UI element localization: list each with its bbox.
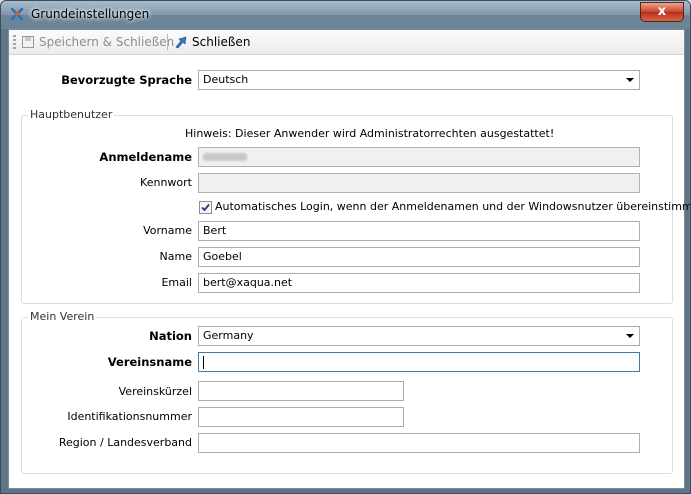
login-field[interactable] — [198, 147, 640, 167]
language-value: Deutsch — [203, 73, 249, 86]
id-number-label: Identifikationsnummer — [67, 410, 192, 423]
close-arrow-icon — [175, 36, 187, 49]
text-caret — [203, 355, 204, 369]
auto-login-checkbox[interactable] — [199, 201, 212, 214]
club-short-input[interactable] — [198, 381, 404, 401]
email-input[interactable]: bert@xaqua.net — [198, 273, 640, 293]
login-value-redacted — [203, 153, 247, 161]
toolbar-grip-icon[interactable] — [13, 35, 16, 49]
checkmark-icon — [201, 203, 210, 212]
close-window-button[interactable]: x — [640, 2, 684, 22]
window-title: Grundeinstellungen — [31, 7, 150, 21]
main-user-group-title: Hauptbenutzer — [28, 108, 115, 121]
close-button[interactable]: Schließen — [174, 33, 250, 51]
app-icon — [10, 7, 24, 21]
club-short-label: Vereinskürzel — [118, 385, 192, 398]
auto-login-label: Automatisches Login, wenn der Anmeldenam… — [215, 200, 691, 213]
region-input[interactable] — [198, 433, 640, 453]
nation-select[interactable]: Germany — [198, 326, 640, 346]
save-icon — [22, 36, 34, 48]
nation-value: Germany — [203, 329, 254, 342]
toolbar: Speichern & Schließen Schließen — [9, 30, 684, 55]
email-value: bert@xaqua.net — [203, 276, 293, 289]
lastname-label: Name — [159, 250, 192, 263]
chevron-down-icon — [626, 78, 634, 82]
close-label: Schließen — [192, 35, 251, 49]
password-field[interactable] — [198, 173, 640, 193]
firstname-input[interactable]: Bert — [198, 221, 640, 241]
save-close-button[interactable]: Speichern & Schließen — [21, 33, 174, 51]
toolbar-separator — [167, 34, 168, 50]
firstname-label: Vorname — [143, 224, 192, 237]
language-select[interactable]: Deutsch — [198, 70, 640, 90]
chevron-down-icon — [626, 334, 634, 338]
nation-label: Nation — [149, 329, 192, 343]
password-label: Kennwort — [140, 176, 192, 189]
email-label: Email — [161, 276, 192, 289]
admin-hint: Hinweis: Dieser Anwender wird Administra… — [185, 127, 555, 140]
save-close-label: Speichern & Schließen — [39, 35, 175, 49]
clubname-input[interactable] — [198, 352, 640, 372]
clubname-label: Vereinsname — [107, 355, 192, 369]
region-label: Region / Landesverband — [58, 436, 192, 449]
lastname-value: Goebel — [203, 250, 242, 263]
title-bar[interactable]: Grundeinstellungen x — [1, 1, 690, 29]
club-group-title: Mein Verein — [28, 310, 97, 323]
firstname-value: Bert — [203, 224, 227, 237]
lastname-input[interactable]: Goebel — [198, 247, 640, 267]
dialog-content: Speichern & Schließen Schließen Bevorzug… — [8, 29, 690, 489]
settings-window: Grundeinstellungen x Speichern & Schließ… — [0, 0, 691, 494]
close-icon: x — [657, 4, 667, 19]
language-label: Bevorzugte Sprache — [61, 73, 192, 87]
login-label: Anmeldename — [99, 150, 192, 164]
id-number-input[interactable] — [198, 407, 404, 427]
